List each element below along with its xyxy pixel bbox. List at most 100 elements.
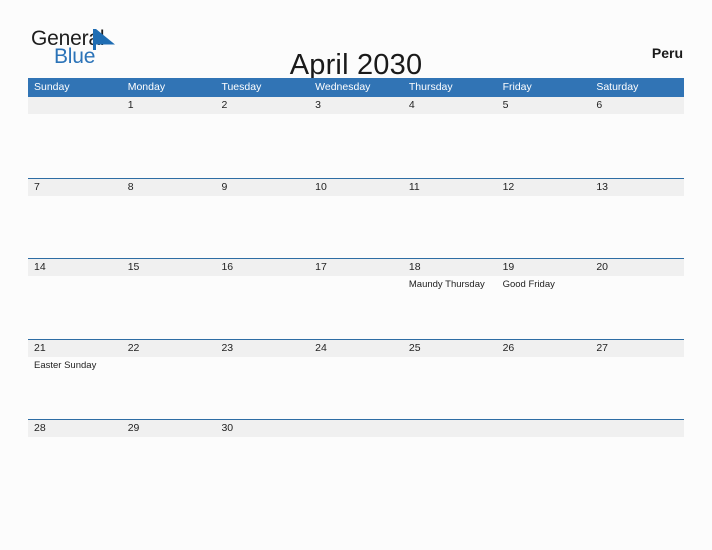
calendar-grid: Sunday Monday Tuesday Wednesday Thursday Frid… bbox=[28, 78, 684, 500]
day-cell bbox=[122, 357, 216, 419]
weekday-header-wednesday: Wednesday bbox=[315, 81, 371, 93]
day-cell bbox=[122, 196, 216, 258]
day-number-empty bbox=[590, 420, 684, 437]
day-number-band: 123456 bbox=[28, 97, 684, 114]
weekday-header-thursday: Thursday bbox=[408, 81, 453, 93]
weekday-header-friday: Friday bbox=[502, 81, 532, 93]
weekday-header-tuesday: Tuesday bbox=[221, 81, 262, 93]
calendar-week-row: 7 8 9 10 11 12 13 bbox=[28, 177, 684, 259]
day-number-empty bbox=[403, 420, 497, 437]
day-number-17[interactable]: 17 bbox=[309, 259, 403, 276]
day-cell bbox=[122, 276, 216, 338]
day-number-15[interactable]: 15 bbox=[122, 259, 216, 276]
day-cell: Maundy Thursday bbox=[403, 276, 497, 338]
day-cell bbox=[309, 437, 403, 499]
day-number-22[interactable]: 22 bbox=[122, 340, 216, 357]
day-cell bbox=[215, 114, 309, 176]
day-cell bbox=[122, 114, 216, 176]
day-number-5[interactable]: 5 bbox=[497, 97, 591, 114]
weekday-header-monday: Monday bbox=[127, 81, 166, 93]
day-cell bbox=[28, 196, 122, 258]
day-number-2[interactable]: 2 bbox=[215, 97, 309, 114]
day-number-14[interactable]: 14 bbox=[28, 259, 122, 276]
day-number-30[interactable]: 30 bbox=[215, 420, 309, 437]
day-cell bbox=[403, 114, 497, 176]
day-cell bbox=[28, 276, 122, 338]
day-number-23[interactable]: 23 bbox=[215, 340, 309, 357]
calendar-week-row: 123456 bbox=[28, 97, 684, 178]
holiday-label: Maundy Thursday bbox=[408, 279, 485, 290]
day-number-21[interactable]: 21 bbox=[28, 340, 122, 357]
day-number-1[interactable]: 1 bbox=[122, 97, 216, 114]
day-event-band bbox=[28, 437, 684, 499]
day-cell bbox=[28, 114, 122, 176]
day-cell bbox=[28, 437, 122, 499]
page-header: General Blue April 2030 Peru bbox=[0, 0, 712, 82]
day-number-9[interactable]: 9 bbox=[215, 179, 309, 196]
day-cell bbox=[590, 437, 684, 499]
day-number-20[interactable]: 20 bbox=[590, 259, 684, 276]
country-label: Peru bbox=[651, 45, 683, 61]
day-cell bbox=[309, 357, 403, 419]
day-event-band bbox=[28, 114, 684, 176]
day-cell bbox=[309, 276, 403, 338]
weekday-header-saturday: Saturday bbox=[596, 81, 639, 93]
day-cell bbox=[497, 357, 591, 419]
day-cell bbox=[309, 196, 403, 258]
day-cell bbox=[215, 276, 309, 338]
day-number-12[interactable]: 12 bbox=[497, 179, 591, 196]
day-cell bbox=[403, 357, 497, 419]
day-number-band: 14 15 16 17 18 19 20 bbox=[28, 259, 684, 276]
day-number-13[interactable]: 13 bbox=[590, 179, 684, 196]
day-cell bbox=[590, 196, 684, 258]
day-number-24[interactable]: 24 bbox=[309, 340, 403, 357]
day-number-16[interactable]: 16 bbox=[215, 259, 309, 276]
day-number-18[interactable]: 18 bbox=[403, 259, 497, 276]
day-cell bbox=[309, 114, 403, 176]
day-cell bbox=[403, 437, 497, 499]
day-event-band bbox=[28, 196, 684, 258]
calendar-weeks: 1 2 3 4 5 6 7 8 9 10 11 12 13 14 15 16 17 18 19 20 Maundy Th… bbox=[28, 97, 684, 500]
day-number-6[interactable]: 6 bbox=[590, 97, 684, 114]
day-number-26[interactable]: 26 bbox=[497, 340, 591, 357]
day-cell bbox=[497, 114, 591, 176]
day-cell bbox=[215, 437, 309, 499]
day-cell bbox=[497, 437, 591, 499]
day-cell bbox=[590, 357, 684, 419]
day-cell bbox=[497, 196, 591, 258]
day-number-27[interactable]: 27 bbox=[590, 340, 684, 357]
day-number-19[interactable]: 19 bbox=[497, 259, 591, 276]
day-cell: Easter Sunday bbox=[28, 357, 122, 419]
calendar-page: General Blue April 2030 Peru Sunday Monda… bbox=[0, 0, 712, 550]
day-number-3[interactable]: 3 bbox=[309, 97, 403, 114]
day-number-empty bbox=[309, 420, 403, 437]
day-cell: Good Friday bbox=[497, 276, 591, 338]
day-number-25[interactable]: 25 bbox=[403, 340, 497, 357]
day-cell bbox=[590, 276, 684, 338]
weekday-header-sunday: Sunday bbox=[34, 81, 70, 93]
day-cell bbox=[122, 437, 216, 499]
day-number-8[interactable]: 8 bbox=[122, 179, 216, 196]
day-event-band: Maundy Thursday Good Friday bbox=[28, 276, 684, 338]
day-number-29[interactable]: 29 bbox=[122, 420, 216, 437]
day-number-empty bbox=[497, 420, 591, 437]
day-number-4[interactable]: 4 bbox=[403, 97, 497, 114]
calendar-week-row: 14 15 16 17 18 19 20 Maundy Thursday Good Friday bbox=[28, 258, 684, 339]
holiday-label: Good Friday bbox=[502, 279, 555, 290]
day-number-7[interactable]: 7 bbox=[28, 179, 122, 196]
day-cell bbox=[403, 196, 497, 258]
day-number-10[interactable]: 10 bbox=[309, 179, 403, 196]
holiday-label: Easter Sunday bbox=[34, 359, 97, 371]
day-event-band: Easter Sunday bbox=[28, 357, 684, 419]
day-number-11[interactable]: 11 bbox=[403, 179, 497, 196]
day-number-band: 21 22 23 24 25 26 27 bbox=[28, 339, 684, 357]
day-number-28[interactable]: 28 bbox=[28, 420, 122, 437]
weekday-header-row: Sunday Monday Tuesday Wednesday Thursday Frid… bbox=[28, 78, 684, 97]
day-number-empty bbox=[28, 97, 122, 114]
calendar-week-row: 21 22 23 24 25 26 27 Easter Sunday bbox=[28, 338, 684, 420]
day-cell bbox=[215, 357, 309, 419]
day-number-band: 7 8 9 10 11 12 13 bbox=[28, 178, 684, 196]
day-cell bbox=[590, 114, 684, 176]
day-number-band: 28 29 30 bbox=[28, 420, 684, 437]
day-cell bbox=[215, 196, 309, 258]
